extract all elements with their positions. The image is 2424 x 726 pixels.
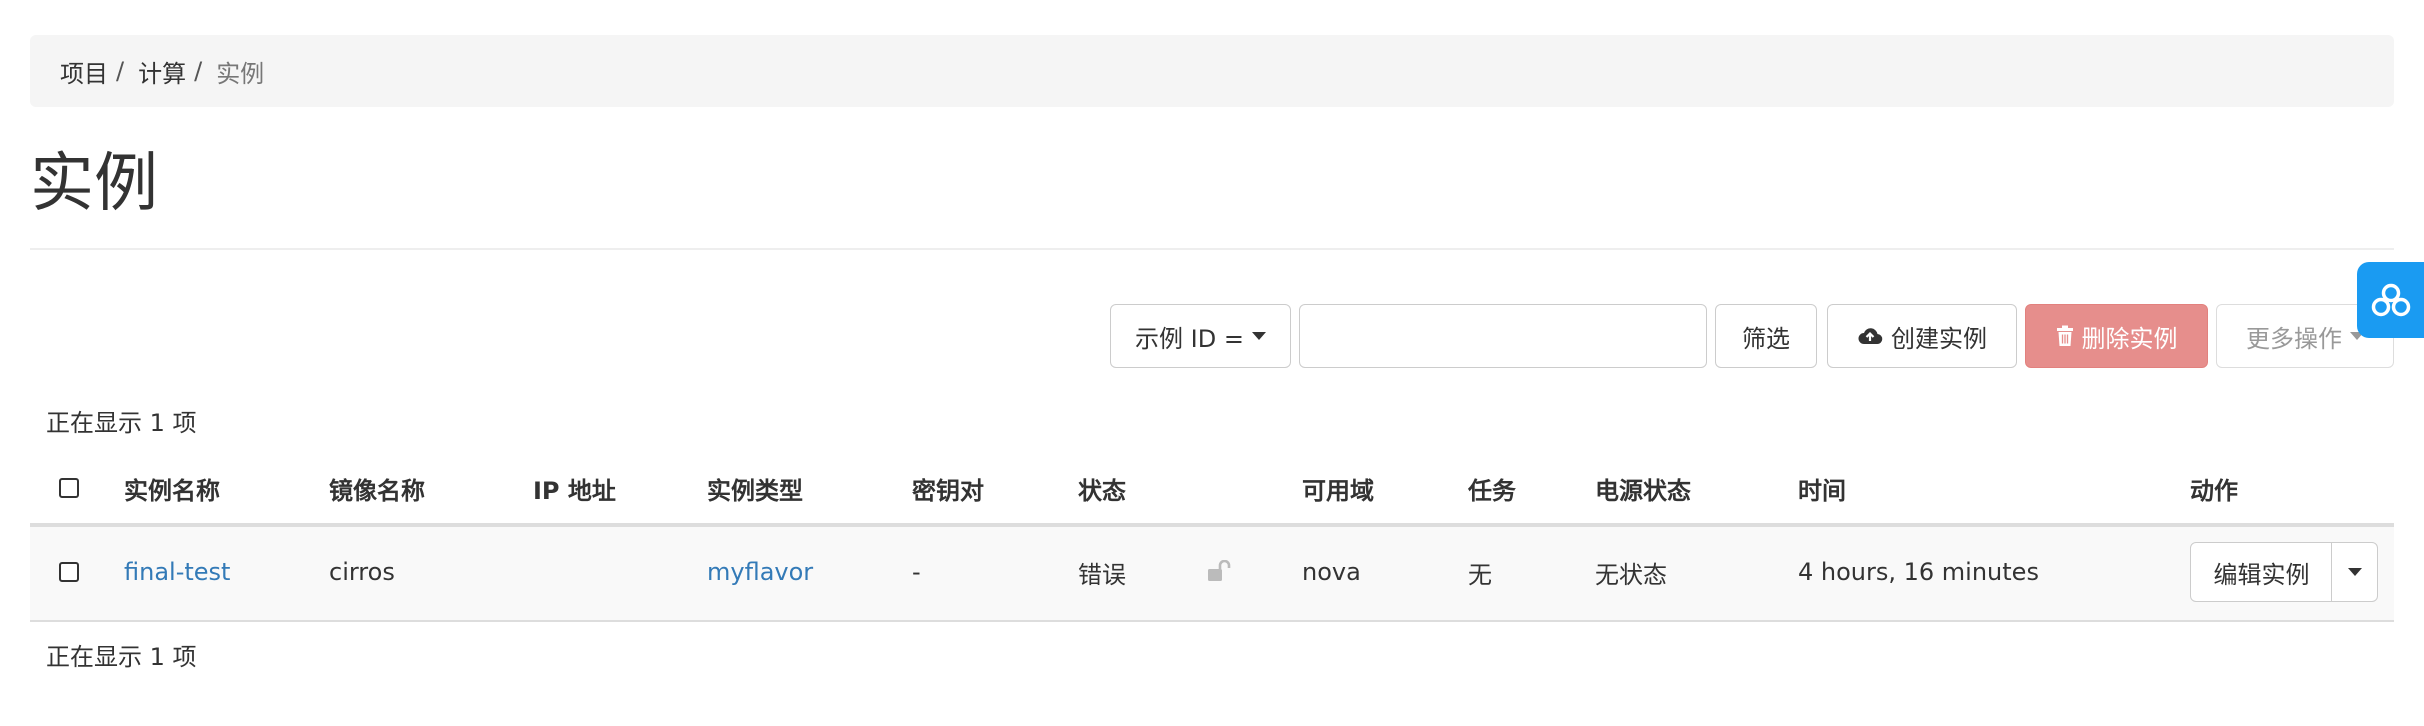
trash-icon — [2056, 325, 2073, 346]
column-header-flavor[interactable]: 实例类型 — [707, 468, 803, 508]
availability-zone-cell: nova — [1302, 558, 1361, 586]
filter-input[interactable] — [1299, 304, 1707, 368]
create-instance-button[interactable]: 创建实例 — [1827, 304, 2017, 368]
breadcrumb-item-project[interactable]: 项目 — [60, 54, 108, 89]
unlocked-icon — [1208, 560, 1231, 581]
row-actions-dropdown-toggle[interactable] — [2331, 542, 2378, 602]
delete-instances-button[interactable]: 删除实例 — [2025, 304, 2208, 368]
floating-assistant-widget[interactable] — [2357, 262, 2424, 338]
column-header-actions: 动作 — [2190, 476, 2238, 505]
column-header-key-pair[interactable]: 密钥对 — [912, 468, 984, 508]
caret-down-icon — [2347, 568, 2362, 576]
filter-field-label: 示例 ID = — [1135, 324, 1244, 353]
breadcrumb-separator: / — [116, 57, 125, 85]
table-row-divider — [30, 620, 2394, 622]
instance-name-cell: final-test — [124, 552, 230, 592]
caret-down-icon — [1251, 332, 1266, 340]
column-header-instance-name[interactable]: 实例名称 — [124, 468, 220, 508]
cloud-share-icon — [2371, 283, 2411, 317]
flavor-link[interactable]: myflavor — [707, 558, 813, 586]
filter-field-dropdown[interactable]: 示例 ID = — [1110, 304, 1291, 368]
delete-instances-label: 删除实例 — [2081, 324, 2178, 353]
status-cell: 错误 — [1078, 560, 1126, 589]
column-header-image-name[interactable]: 镜像名称 — [329, 468, 425, 508]
key-pair-cell: - — [912, 558, 921, 586]
edit-instance-button[interactable]: 编辑实例 — [2190, 542, 2333, 602]
filter-button[interactable]: 筛选 — [1715, 304, 1817, 368]
cloud-upload-icon — [1858, 328, 1883, 345]
breadcrumb: 项目 / 计算 / 实例 — [30, 35, 2394, 107]
column-header-power-state[interactable]: 电源状态 — [1595, 468, 1691, 508]
more-actions-label: 更多操作 — [2246, 324, 2342, 353]
select-all-checkbox[interactable] — [59, 478, 79, 498]
column-header-ip-address[interactable]: IP 地址 — [533, 468, 616, 508]
column-header-status[interactable]: 状态 — [1078, 468, 1126, 508]
time-cell: 4 hours, 16 minutes — [1798, 558, 2039, 586]
breadcrumb-item-instances: 实例 — [216, 59, 265, 88]
edit-instance-label: 编辑实例 — [2213, 560, 2310, 589]
instance-name-link[interactable]: final-test — [124, 558, 230, 586]
instances-page: 项目 / 计算 / 实例 实例 示例 ID = 筛选 创建实例 删除实例 更多操… — [0, 0, 2424, 726]
row-checkbox[interactable] — [59, 562, 79, 582]
column-header-time[interactable]: 时间 — [1798, 468, 1846, 508]
filter-button-label: 筛选 — [1742, 324, 1790, 353]
items-count-top: 正在显示 1 项 — [46, 409, 197, 437]
breadcrumb-item-compute[interactable]: 计算 — [138, 54, 186, 89]
create-instance-label: 创建实例 — [1891, 324, 1987, 353]
items-count-bottom: 正在显示 1 项 — [46, 643, 197, 671]
flavor-cell: myflavor — [707, 552, 813, 592]
title-divider — [30, 248, 2394, 250]
power-state-cell: 无状态 — [1595, 560, 1667, 589]
image-name-cell: cirros — [329, 558, 395, 586]
column-header-availability-zone[interactable]: 可用域 — [1302, 468, 1374, 508]
column-header-task[interactable]: 任务 — [1468, 468, 1516, 508]
page-title: 实例 — [30, 147, 158, 221]
breadcrumb-separator: / — [194, 57, 203, 85]
task-cell: 无 — [1468, 560, 1492, 589]
